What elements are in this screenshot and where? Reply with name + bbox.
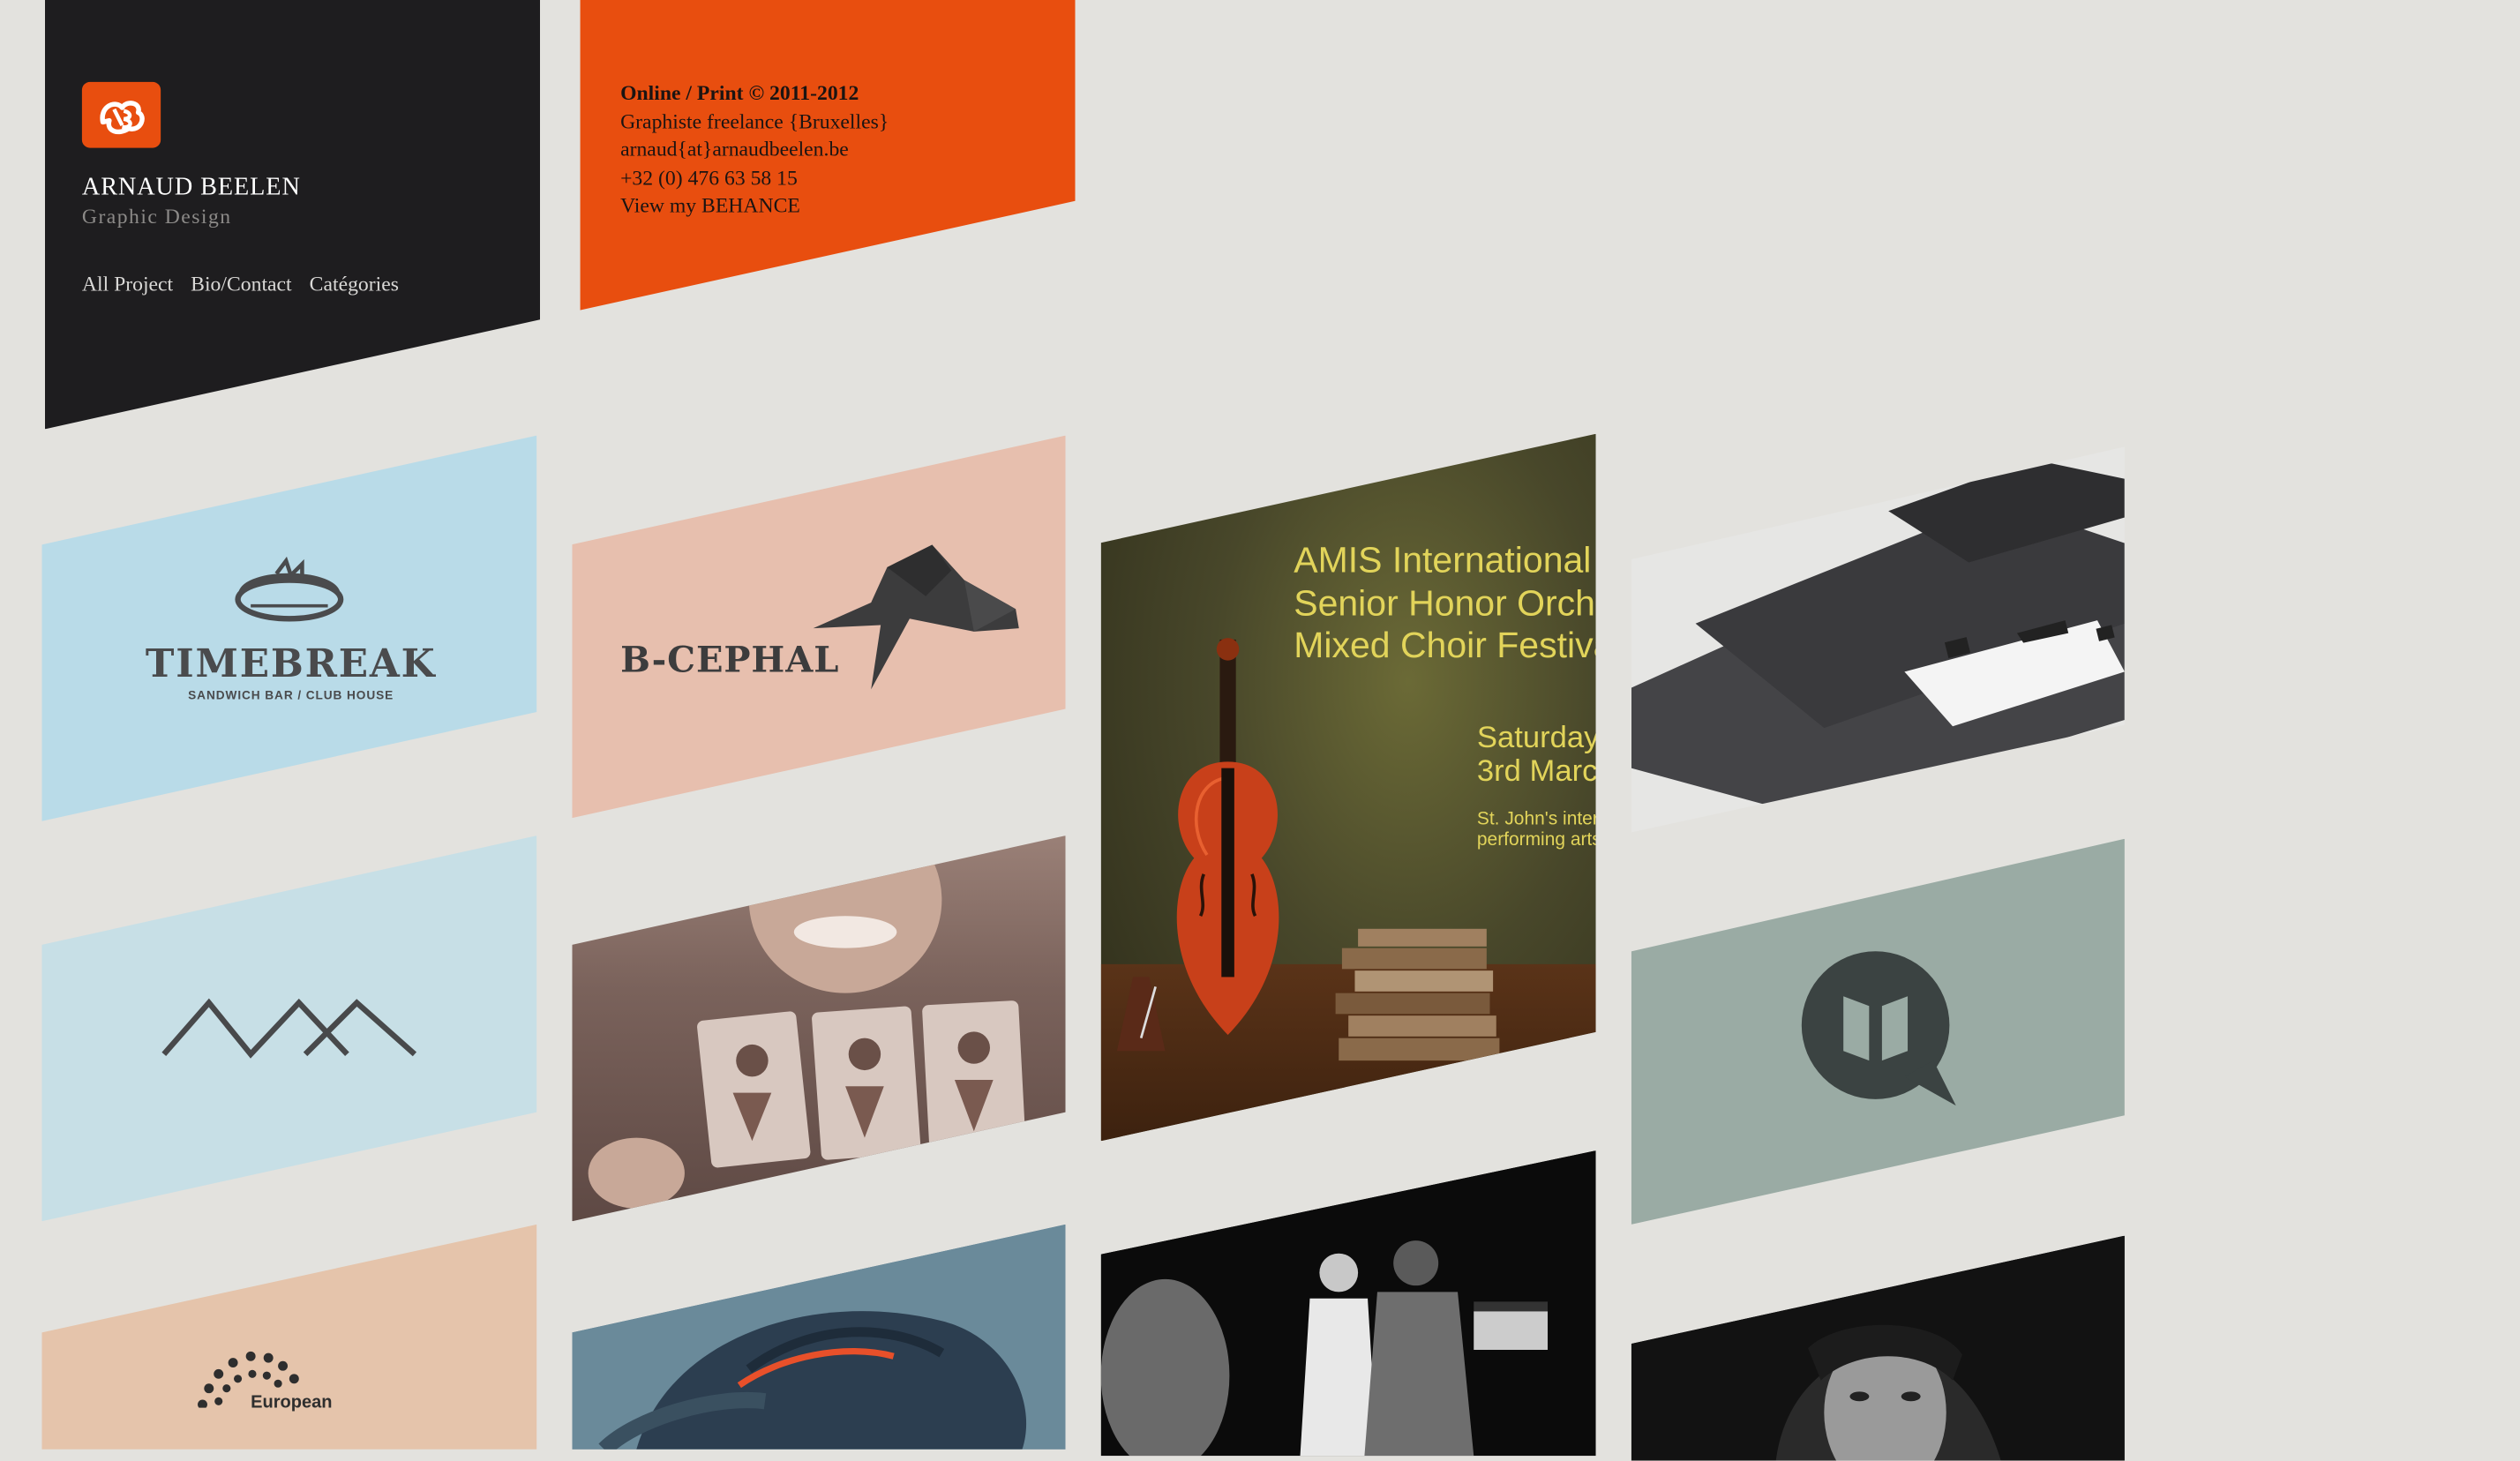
project-tile-theatre[interactable] <box>1100 1150 1596 1457</box>
page: ARNAUD BEELEN Graphic Design All Project… <box>0 0 2520 1461</box>
contact-info: Online / Print © 2011-2012 Graphiste fre… <box>620 79 889 220</box>
project-tile-mountains[interactable] <box>41 835 537 1222</box>
project-tile-children-cards[interactable] <box>572 835 1066 1222</box>
quote-bubble-icon <box>1801 951 1956 1106</box>
bcephal-logo-text: B-CEPHAL <box>620 639 840 682</box>
metronome-icon <box>1116 977 1166 1052</box>
pie-icon <box>235 556 344 622</box>
amis-title: AMIS International Senior Honor Orche Mi… <box>1294 540 1596 666</box>
email-link[interactable]: arnaud{at}arnaudbeelen.be <box>620 135 889 163</box>
site-name[interactable]: ARNAUD BEELEN <box>82 174 301 203</box>
project-tile-bcephal[interactable]: B-CEPHAL <box>572 435 1066 819</box>
project-tile-portrait[interactable] <box>1631 1235 2125 1461</box>
behance-link[interactable]: View my BEHANCE <box>620 191 889 220</box>
timebreak-tagline: SANDWICH BAR / CLUB HOUSE <box>188 687 394 702</box>
violin-icon <box>1176 638 1279 1036</box>
project-tile-stationery[interactable] <box>1631 446 2125 833</box>
theatre-photo <box>1100 1150 1596 1457</box>
stationery-photo <box>1631 459 2125 817</box>
project-tile-hat[interactable] <box>572 1224 1066 1450</box>
amis-date: Saturday 3rd March <box>1476 721 1596 789</box>
site-subtitle: Graphic Design <box>81 204 232 229</box>
european-logo-text: European <box>251 1393 333 1413</box>
nav-bio-contact[interactable]: Bio/Contact <box>191 272 291 297</box>
amis-venue: St. John's inter performing arts <box>1476 810 1596 850</box>
portrait-photo <box>1631 1235 2125 1461</box>
project-tile-timebreak[interactable]: TIMEBREAK SANDWICH BAR / CLUB HOUSE <box>41 435 537 821</box>
project-tile-amis-festival[interactable]: AMIS International Senior Honor Orche Mi… <box>1100 433 1596 1142</box>
book-stack-icon <box>1335 928 1500 1061</box>
main-nav: All Project Bio/Contact Catégories <box>82 272 399 297</box>
hat-photo <box>572 1224 1066 1450</box>
brand-logo-icon[interactable] <box>81 81 161 148</box>
copyright-line: Online / Print © 2011-2012 <box>620 80 859 105</box>
horse-head-icon <box>813 544 1019 690</box>
child-photo <box>588 835 1026 1209</box>
nav-all-project[interactable]: All Project <box>82 272 173 297</box>
project-tile-european[interactable]: European <box>41 1224 537 1450</box>
project-tile-quotes-logo[interactable] <box>1631 838 2125 1225</box>
nav-categories[interactable]: Catégories <box>310 272 399 297</box>
phone-line: +32 (0) 476 63 58 15 <box>620 165 798 190</box>
mountains-icon <box>161 998 417 1059</box>
timebreak-logo-text: TIMEBREAK <box>145 639 437 686</box>
role-line: Graphiste freelance {Bruxelles} <box>620 109 889 133</box>
